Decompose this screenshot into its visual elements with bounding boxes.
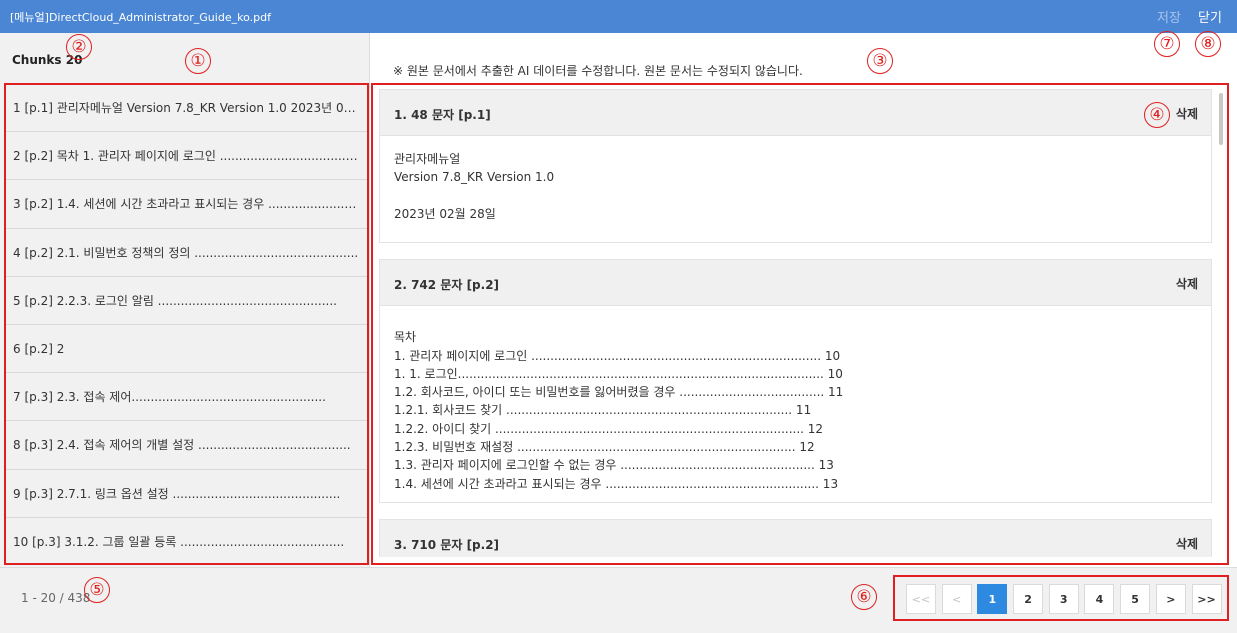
annotation-marker-3: ③ xyxy=(867,48,893,74)
annotation-box-pagination xyxy=(893,575,1229,621)
annotation-marker-5: ⑤ xyxy=(84,577,110,603)
save-button[interactable]: 저장 xyxy=(1157,7,1181,26)
document-title: [메뉴얼]DirectCloud_Administrator_Guide_ko.… xyxy=(10,11,271,24)
close-button[interactable]: 닫기 xyxy=(1198,7,1222,26)
annotation-marker-4: ④ xyxy=(1144,102,1170,128)
annotation-box-chunk-content xyxy=(371,83,1229,565)
title-bar: [메뉴얼]DirectCloud_Administrator_Guide_ko.… xyxy=(0,0,1237,33)
result-range-label: 1 - 20 / 438 xyxy=(21,591,91,605)
notice-text: ※ 원본 문서에서 추출한 AI 데이터를 수정합니다. 원본 문서는 수정되지… xyxy=(393,64,803,78)
annotation-marker-1: ① xyxy=(185,48,211,74)
annotation-marker-6: ⑥ xyxy=(851,584,877,610)
annotation-marker-2: ② xyxy=(66,34,92,60)
annotation-marker-7: ⑦ xyxy=(1154,31,1180,57)
annotation-box-chunk-list xyxy=(4,83,369,565)
annotation-marker-8: ⑧ xyxy=(1195,31,1221,57)
